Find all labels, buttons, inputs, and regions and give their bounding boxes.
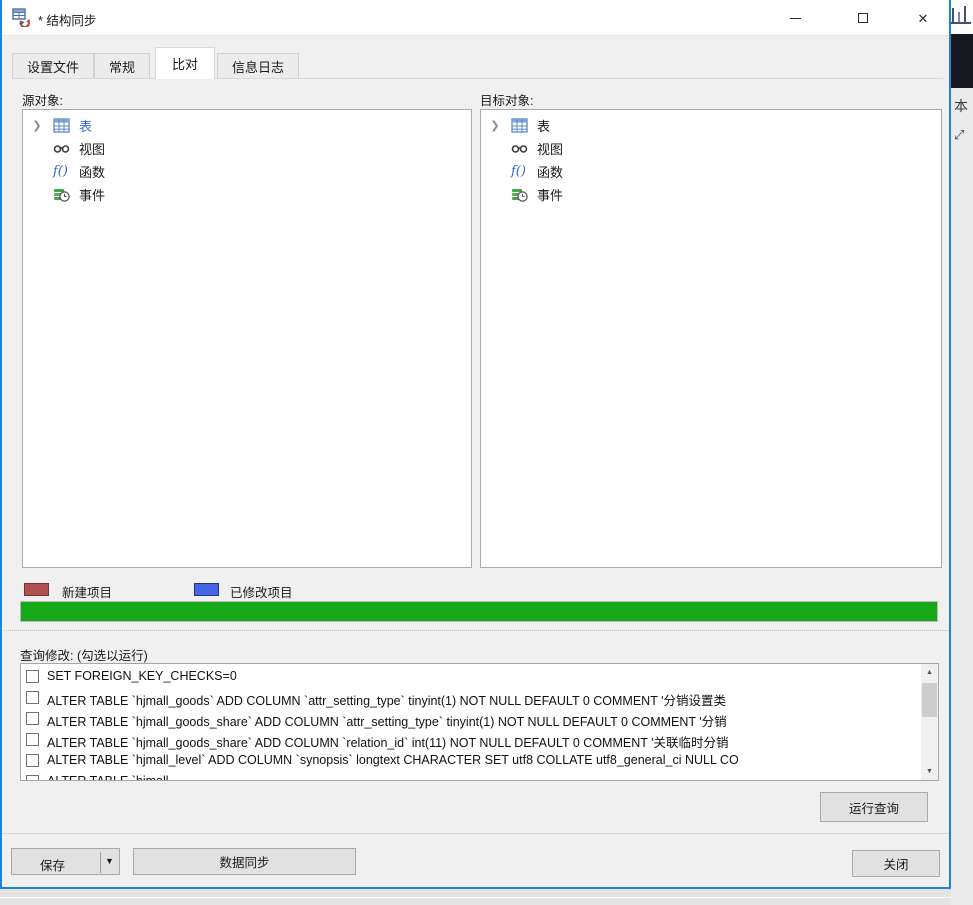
query-checkbox[interactable] [26, 691, 39, 704]
background-toolbar-fragment [951, 0, 973, 34]
footer-divider [2, 833, 949, 834]
query-sql-text: ALTER TABLE `hjmall_ [47, 774, 907, 781]
expand-arrows-icon: ⤢ [954, 127, 964, 143]
target-objects-tree[interactable]: ❯ 表 视图 f() [480, 109, 942, 568]
tab-bar: 设置文件 常规 比对 信息日志 [12, 47, 299, 79]
tree-item-events[interactable]: 事件 [481, 183, 941, 205]
background-divider [0, 897, 951, 898]
query-sql-text: ALTER TABLE `hjmall_goods` ADD COLUMN `a… [47, 690, 907, 709]
minimize-button[interactable] [770, 0, 820, 36]
tree-item-label: 表 [537, 116, 550, 135]
tree-item-tables[interactable]: ❯ 表 [23, 114, 471, 136]
tree-item-views[interactable]: 视图 [481, 137, 941, 159]
maximize-button[interactable] [838, 0, 888, 36]
tree-item-events[interactable]: 事件 [23, 183, 471, 205]
function-icon: f() [511, 163, 528, 180]
query-row[interactable]: ALTER TABLE `hjmall_goods_share` ADD COL… [21, 709, 906, 730]
window-title: * 结构同步 [38, 10, 96, 29]
screen: 本 ⤢ * 结构同步 ✕ 设置文件 常规 比对 [0, 0, 973, 905]
query-row[interactable]: ALTER TABLE `hjmall_level` ADD COLUMN `s… [21, 751, 906, 772]
dropdown-arrow-icon[interactable]: ▼ [105, 856, 114, 866]
query-modifications-label: 查询修改: (勾选以运行) [20, 645, 148, 664]
tab-settings-file[interactable]: 设置文件 [12, 53, 94, 79]
tree-item-tables[interactable]: ❯ 表 [481, 114, 941, 136]
tab-compare[interactable]: 比对 [155, 47, 215, 79]
background-app-right-strip: 本 ⤢ [951, 0, 973, 905]
source-objects-label: 源对象: [22, 90, 63, 109]
target-objects-label: 目标对象: [480, 90, 533, 109]
legend-new-item-label: 新建项目 [62, 582, 112, 601]
scrollbar-thumb[interactable] [922, 683, 937, 717]
view-icon [511, 140, 528, 157]
query-row[interactable]: ALTER TABLE `hjmall_goods_share` ADD COL… [21, 730, 906, 751]
tree-item-label: 视图 [79, 139, 105, 158]
tree-item-label: 表 [79, 116, 92, 135]
run-query-button[interactable]: 运行查询 [820, 792, 928, 822]
title-bar[interactable]: * 结构同步 ✕ [2, 0, 949, 36]
structure-sync-dialog: * 结构同步 ✕ 设置文件 常规 比对 信息日志 源对象: 目标对象: ❯ [0, 0, 951, 889]
tree-item-label: 事件 [537, 185, 563, 204]
chevron-right-icon[interactable]: ❯ [489, 119, 501, 132]
table-icon [53, 117, 70, 134]
close-icon: ✕ [918, 12, 929, 25]
chevron-right-icon[interactable]: ❯ [31, 119, 43, 132]
save-button[interactable]: 保存 ▼ [11, 848, 120, 875]
query-sql-text: ALTER TABLE `hjmall_goods_share` ADD COL… [47, 732, 907, 751]
legend-new-item-swatch [24, 583, 49, 596]
save-split-divider [100, 852, 101, 873]
tree-item-functions[interactable]: f() 函数 [481, 160, 941, 182]
bar-chart-icon [951, 0, 973, 28]
query-checkbox[interactable] [26, 712, 39, 725]
query-checkbox[interactable] [26, 670, 39, 683]
splitter-line[interactable] [4, 630, 949, 631]
tree-item-label: 函数 [79, 162, 105, 181]
tree-item-views[interactable]: 视图 [23, 137, 471, 159]
background-dark-bar [951, 34, 973, 88]
scroll-down-icon[interactable]: ▼ [921, 763, 938, 780]
scroll-up-icon[interactable]: ▲ [921, 664, 938, 681]
query-row[interactable]: SET FOREIGN_KEY_CHECKS=0 [21, 667, 906, 688]
query-row[interactable]: ALTER TABLE `hjmall_goods` ADD COLUMN `a… [21, 688, 906, 709]
event-icon [511, 186, 528, 203]
event-icon [53, 186, 70, 203]
legend-modified-item-swatch [194, 583, 219, 596]
query-sql-text: ALTER TABLE `hjmall_goods_share` ADD COL… [47, 711, 907, 730]
close-dialog-button[interactable]: 关闭 [852, 850, 940, 877]
data-sync-button[interactable]: 数据同步 [133, 848, 356, 875]
table-icon [511, 117, 528, 134]
query-checkbox[interactable] [26, 733, 39, 746]
legend-modified-item-label: 已修改项目 [230, 582, 293, 601]
background-text-fragment: 本 [954, 96, 968, 116]
vertical-scrollbar[interactable]: ▲ ▼ [921, 664, 938, 780]
view-icon [53, 140, 70, 157]
source-objects-tree[interactable]: ❯ 表 视图 f() [22, 109, 472, 568]
progress-bar-fill [21, 602, 937, 621]
close-button[interactable]: ✕ [898, 0, 948, 36]
tree-item-functions[interactable]: f() 函数 [23, 160, 471, 182]
query-row[interactable]: ALTER TABLE `hjmall_ [21, 772, 906, 781]
structure-sync-icon [12, 8, 31, 27]
background-bottom-strip [0, 889, 951, 905]
function-icon: f() [53, 163, 70, 180]
tree-item-label: 函数 [537, 162, 563, 181]
tab-general[interactable]: 常规 [94, 53, 150, 79]
query-sql-text: ALTER TABLE `hjmall_level` ADD COLUMN `s… [47, 753, 907, 767]
maximize-icon [858, 13, 868, 23]
tab-info-log[interactable]: 信息日志 [217, 53, 299, 79]
query-list[interactable]: SET FOREIGN_KEY_CHECKS=0 ALTER TABLE `hj… [20, 663, 939, 781]
tree-item-label: 事件 [79, 185, 105, 204]
tree-item-label: 视图 [537, 139, 563, 158]
tab-frame-line [12, 78, 943, 79]
progress-bar [20, 601, 938, 622]
query-sql-text: SET FOREIGN_KEY_CHECKS=0 [47, 669, 907, 683]
save-button-label: 保存 [40, 855, 65, 874]
minimize-icon [790, 18, 801, 19]
query-checkbox[interactable] [26, 775, 39, 781]
query-checkbox[interactable] [26, 754, 39, 767]
